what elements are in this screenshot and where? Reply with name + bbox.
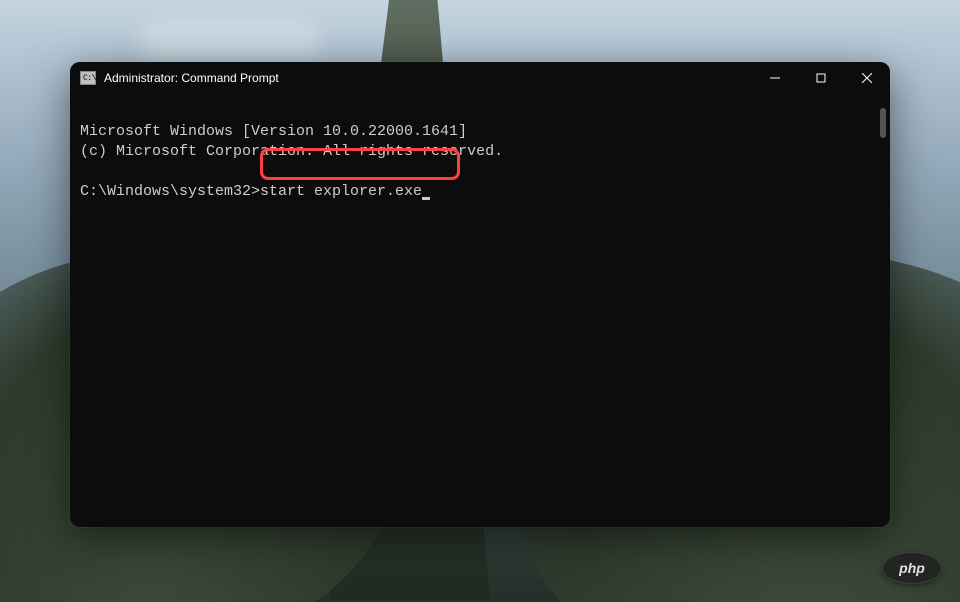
typed-command: start explorer.exe <box>260 183 422 200</box>
output-version-line: Microsoft Windows [Version 10.0.22000.16… <box>80 123 467 140</box>
window-title: Administrator: Command Prompt <box>104 71 279 85</box>
minimize-button[interactable] <box>752 62 798 94</box>
prompt-line: C:\Windows\system32>start explorer.exe <box>80 183 430 200</box>
php-watermark: php <box>882 552 942 584</box>
terminal-output[interactable]: Microsoft Windows [Version 10.0.22000.16… <box>70 94 890 527</box>
titlebar[interactable]: C:\ Administrator: Command Prompt <box>70 62 890 94</box>
window-controls <box>752 62 890 94</box>
prompt-path: C:\Windows\system32> <box>80 183 260 200</box>
scrollbar-thumb[interactable] <box>880 108 886 138</box>
cursor <box>422 197 430 200</box>
cmd-icon: C:\ <box>80 71 96 85</box>
close-button[interactable] <box>844 62 890 94</box>
maximize-button[interactable] <box>798 62 844 94</box>
output-copyright-line: (c) Microsoft Corporation. All rights re… <box>80 143 503 160</box>
wallpaper-cloud <box>140 20 320 60</box>
command-prompt-window: C:\ Administrator: Command Prompt Micros… <box>70 62 890 527</box>
